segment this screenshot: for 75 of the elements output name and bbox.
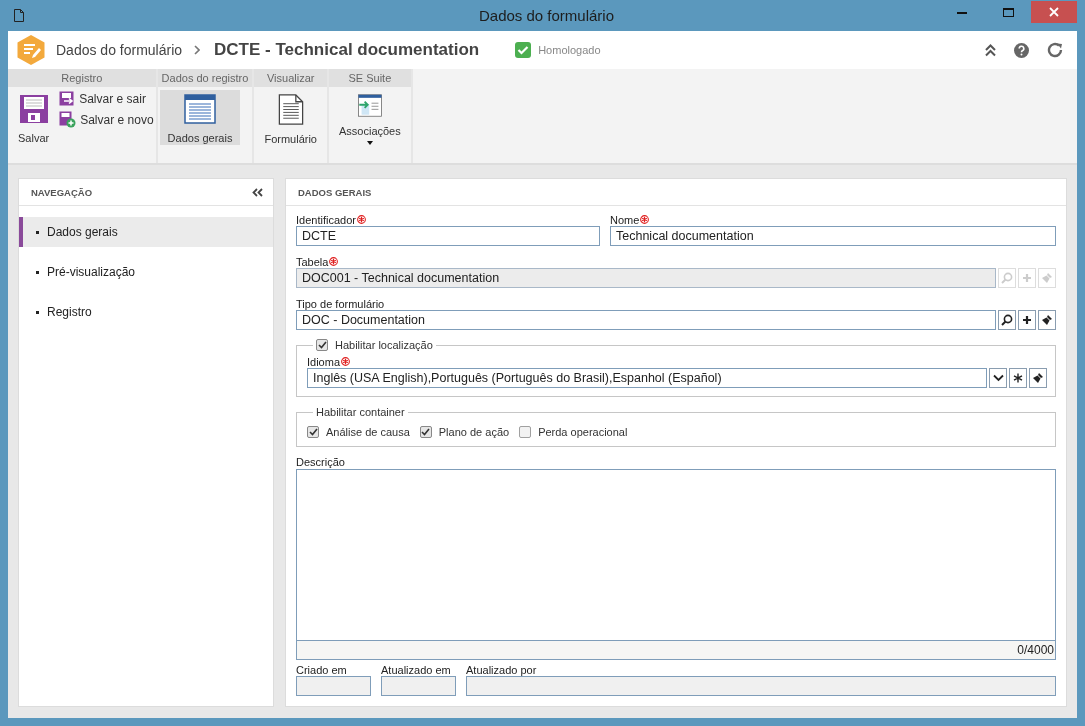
form-logo-icon [16,34,46,66]
brush-icon [1041,272,1053,284]
ribbon-button[interactable]: Dados gerais [159,90,241,145]
ribbon-button[interactable]: Salvar e novo [59,111,154,128]
ribbon-button[interactable]: Salvar [10,90,58,145]
record-title: DCTE - Technical documentation [214,40,480,60]
floppy-icon [18,94,49,124]
field-label: Nome [610,213,640,226]
clear-button[interactable] [1038,310,1056,330]
ribbon-group-title: Dados do registro [157,69,253,87]
text-field[interactable] [381,676,456,696]
collapse-left-icon[interactable] [252,187,263,197]
panel-title: DADOS GERAIS [298,186,372,198]
ribbon-group-title: Visualizar [254,69,327,87]
close-button[interactable] [1031,1,1077,23]
text-field[interactable]: Technical documentation [610,226,1056,246]
nav-item[interactable]: Registro [19,297,273,327]
clear-button[interactable] [1029,368,1047,388]
select-all-button[interactable] [1009,368,1027,388]
document-icon [14,8,24,22]
floppy-plus-icon [59,111,77,128]
text-field[interactable]: Inglês (USA English),Português (Português do Brasil),Espanhol (Español) [307,368,987,388]
breadcrumb-link[interactable]: Dados do formulário [56,42,183,58]
minimize-icon [957,10,967,14]
field-label: Criado em [296,663,347,676]
checkbox[interactable] [307,426,319,438]
field-label: Atualizado em [381,663,451,676]
character-counter: 0/4000 [296,641,1056,660]
close-icon [1049,7,1059,17]
list-window-icon [184,94,216,124]
nav-item[interactable]: Pré-visualização [19,257,273,287]
search-button[interactable] [998,310,1016,330]
window-title: Dados do formulário [478,6,615,24]
ribbon-button[interactable]: Associações [331,90,409,145]
nav-item[interactable]: Dados gerais [19,217,273,247]
field-label: Tabela [296,255,329,268]
text-field[interactable]: DCTE [296,226,600,246]
chevron-down-icon [992,374,1004,382]
ribbon-group-title: SE Suite [329,69,411,87]
plus-icon [1022,273,1032,283]
maximize-icon [1002,7,1014,17]
refresh-icon[interactable] [1047,42,1065,58]
checkbox[interactable] [316,339,328,351]
help-icon[interactable] [1014,42,1029,58]
panel-title: NAVEGAÇÃO [31,186,93,198]
brush-icon [1041,314,1053,326]
checkbox[interactable] [519,426,532,438]
field-label: Identificador [296,213,356,226]
ribbon-button[interactable]: Formulário [256,90,325,145]
asterisk-icon [1013,373,1023,383]
field-label: Tipo de formulário [296,297,385,310]
document-icon [277,94,304,125]
brush-icon [1032,372,1044,384]
text-field[interactable] [296,676,371,696]
checkbox-label: Habilitar localização [335,339,433,351]
checkbox-label: Análise de causa [326,426,410,438]
search-icon [1001,272,1013,284]
add-button[interactable] [1018,310,1036,330]
checkbox-label: Plano de ação [438,426,510,438]
dropdown-button[interactable] [989,368,1007,388]
search-icon [1001,314,1013,326]
field-label: Idioma [307,355,341,368]
group-label: Habilitar container [316,406,405,418]
text-field[interactable]: DOC - Documentation [296,310,996,330]
chevron-right-icon [194,45,201,55]
checkbox[interactable] [419,426,432,438]
collapse-up-icon[interactable] [985,43,996,57]
field-label: Atualizado por [466,663,537,676]
field-label: Descrição [296,456,346,469]
text-field[interactable] [466,676,1056,696]
plus-icon [1022,315,1032,325]
checkbox-label: Perda operacional [538,426,628,438]
ribbon-group-title: Registro [8,69,156,87]
status-label: Homologado [538,44,601,56]
ribbon-button[interactable]: Salvar e sair [59,91,154,107]
